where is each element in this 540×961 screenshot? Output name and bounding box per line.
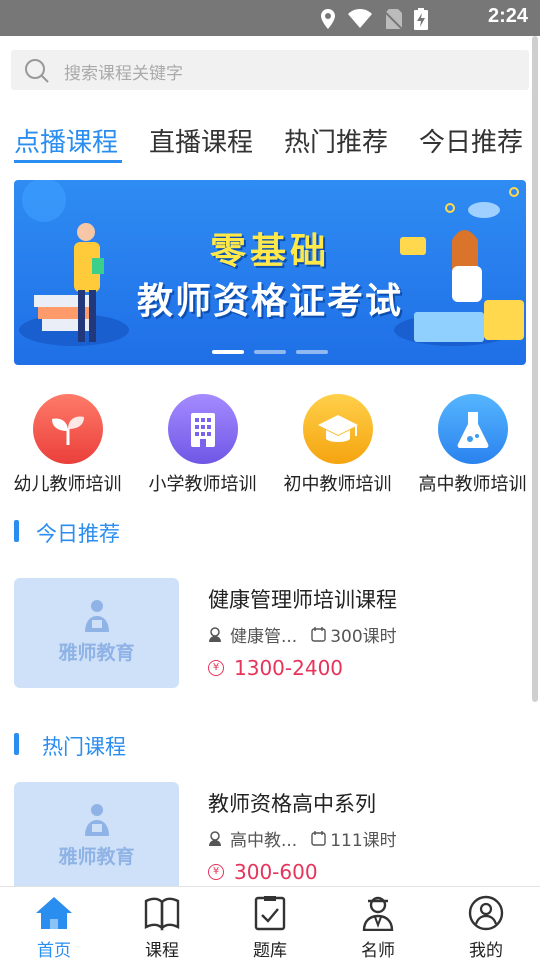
nav-label: 首页 <box>37 941 71 961</box>
course-thumbnail: 雅师教育 <box>14 782 179 892</box>
course-brand: 雅师教育 <box>58 846 135 868</box>
course-lessons: 300课时 <box>330 627 397 647</box>
search-icon <box>25 59 49 83</box>
course-category: 高中教... <box>230 831 298 851</box>
course-thumbnail: 雅师教育 <box>14 578 179 688</box>
banner-subtitle: 教师资格证考试 <box>136 281 403 322</box>
graduation-cap-icon <box>302 394 373 464</box>
nav-label: 我的 <box>469 941 503 961</box>
tab-today[interactable]: 今日推荐 <box>419 122 523 159</box>
section-marker <box>14 733 19 755</box>
location-icon <box>321 9 335 29</box>
nav-profile[interactable]: 我的 <box>432 887 540 961</box>
calendar-icon <box>311 831 326 846</box>
tab-live[interactable]: 直播课程 <box>149 122 253 159</box>
course-category: 健康管... <box>230 627 298 647</box>
status-icons <box>320 8 428 30</box>
tab-vod[interactable]: 点播课程 <box>14 122 118 159</box>
nav-question-bank[interactable]: 题库 <box>216 887 324 961</box>
banner-dot[interactable] <box>212 350 244 354</box>
section-title: 今日推荐 <box>36 522 120 546</box>
category-primary[interactable]: 小学教师培训 <box>135 394 270 496</box>
no-sim-icon <box>384 9 402 29</box>
calendar-icon <box>311 627 326 642</box>
user-icon <box>468 895 504 931</box>
course-lessons: 111课时 <box>330 831 397 851</box>
promo-banner[interactable]: 零基础 教师资格证考试 <box>14 180 526 365</box>
person-icon <box>209 626 221 642</box>
flask-icon <box>437 394 508 464</box>
teacher-logo-icon <box>85 600 109 632</box>
nav-courses[interactable]: 课程 <box>108 887 216 961</box>
wifi-icon <box>348 9 372 28</box>
banner-title: 零基础 <box>209 231 330 272</box>
course-name: 教师资格高中系列 <box>208 792 376 816</box>
yen-icon: ¥ <box>208 660 224 676</box>
course-meta: 高中教... 111课时 <box>208 826 397 851</box>
category-kindergarten[interactable]: 幼儿教师培训 <box>0 394 135 496</box>
tab-hot[interactable]: 热门推荐 <box>284 122 388 159</box>
nav-label: 课程 <box>145 941 179 961</box>
category-grid: 幼儿教师培训 小学教师培训 初中教师培训 高中教师培训 <box>0 394 540 496</box>
course-price-value: 300-600 <box>234 860 318 884</box>
banner-dot[interactable] <box>254 350 286 354</box>
book-icon <box>144 897 180 931</box>
search-bar[interactable]: 搜索课程关键字 <box>11 50 529 90</box>
course-price-value: 1300-2400 <box>234 656 344 680</box>
course-card[interactable]: 雅师教育 健康管理师培训课程 健康管... 300课时 ¥ 1300-2400 <box>14 578 526 690</box>
nav-label: 名师 <box>361 941 395 961</box>
home-icon <box>36 897 72 929</box>
building-icon <box>167 394 238 464</box>
category-label: 幼儿教师培训 <box>13 474 122 495</box>
status-bar: 2:24 <box>0 0 540 36</box>
checklist-icon <box>254 896 286 931</box>
banner-dot[interactable] <box>296 350 328 354</box>
category-label: 初中教师培训 <box>283 474 392 495</box>
banner-pagination <box>212 350 328 354</box>
person-icon <box>209 830 221 846</box>
bottom-nav: 首页 课程 题库 名师 我的 <box>0 886 540 961</box>
section-title: 热门课程 <box>42 735 126 759</box>
course-price: ¥ 300-600 <box>208 860 318 884</box>
course-price: ¥ 1300-2400 <box>208 656 343 680</box>
status-time: 2:24 <box>487 5 528 27</box>
nav-label: 题库 <box>253 941 287 961</box>
nav-teachers[interactable]: 名师 <box>324 887 432 961</box>
course-name: 健康管理师培训课程 <box>208 588 397 612</box>
category-middle[interactable]: 初中教师培训 <box>270 394 405 496</box>
teacher-logo-icon <box>85 804 109 836</box>
sprout-icon <box>32 394 103 464</box>
course-meta: 健康管... 300课时 <box>208 622 397 647</box>
scrollbar[interactable] <box>532 36 538 702</box>
category-label: 高中教师培训 <box>418 474 527 495</box>
search-input[interactable]: 搜索课程关键字 <box>64 59 183 84</box>
course-brand: 雅师教育 <box>58 642 135 664</box>
category-high[interactable]: 高中教师培训 <box>405 394 540 496</box>
course-card[interactable]: 雅师教育 教师资格高中系列 高中教... 111课时 ¥ 300-600 <box>14 782 526 894</box>
yen-icon: ¥ <box>208 864 224 880</box>
active-tab-indicator <box>14 160 122 163</box>
battery-charging-icon <box>414 8 428 30</box>
teacher-icon <box>362 896 394 931</box>
nav-home[interactable]: 首页 <box>0 887 108 961</box>
section-marker <box>14 520 19 542</box>
category-label: 小学教师培训 <box>148 474 257 495</box>
